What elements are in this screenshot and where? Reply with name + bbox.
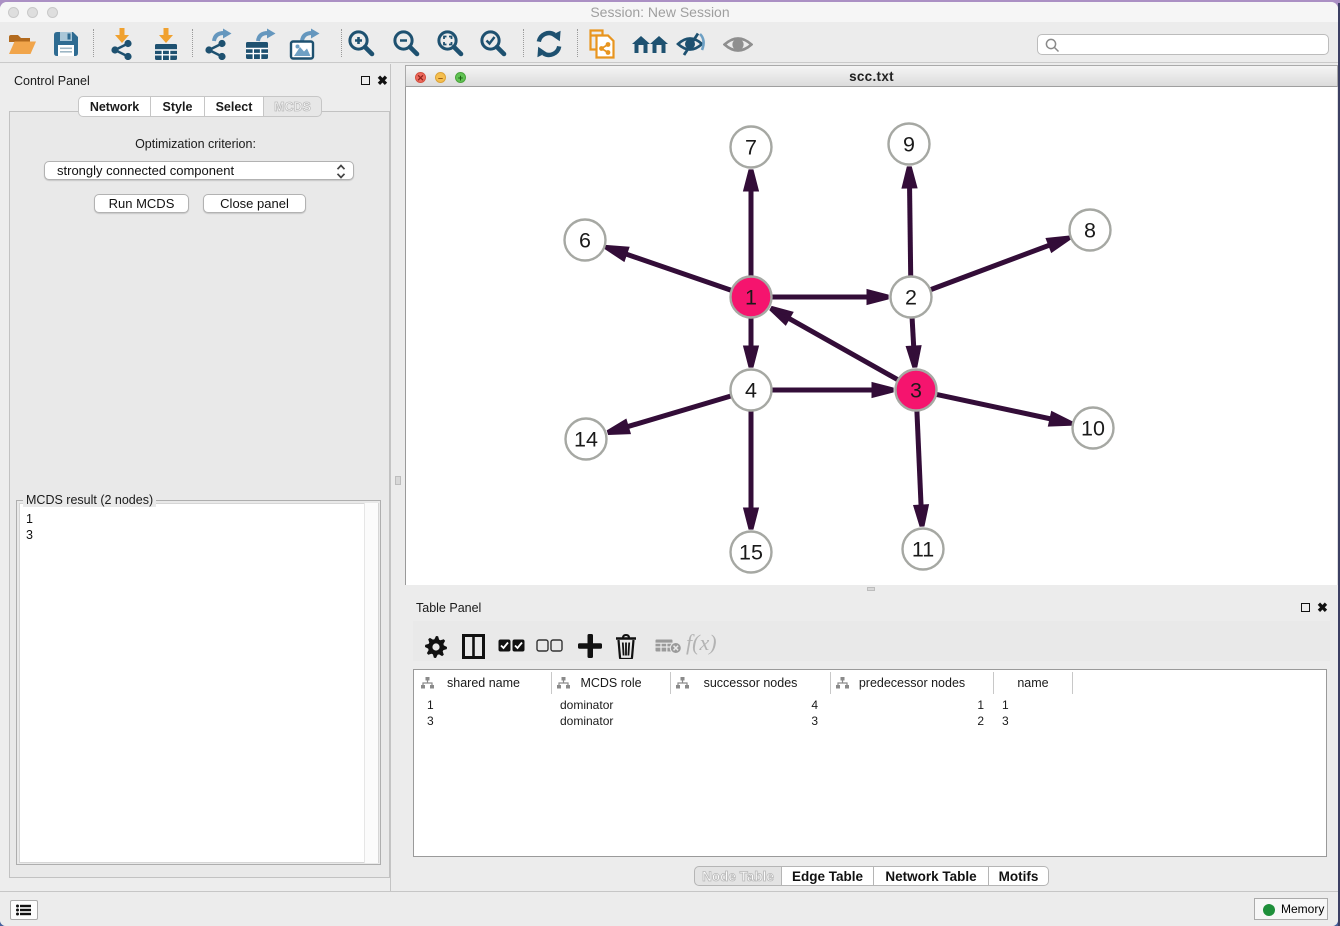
svg-text:1: 1 — [745, 286, 757, 310]
svg-text:15: 15 — [739, 541, 763, 565]
svg-text:7: 7 — [745, 136, 757, 160]
svg-text:3: 3 — [910, 379, 922, 403]
svg-text:2: 2 — [905, 286, 917, 310]
svg-text:10: 10 — [1081, 417, 1105, 441]
svg-text:9: 9 — [903, 133, 915, 157]
svg-text:8: 8 — [1084, 219, 1096, 243]
svg-text:14: 14 — [574, 428, 598, 452]
svg-text:6: 6 — [579, 229, 591, 253]
svg-text:4: 4 — [745, 379, 757, 403]
svg-text:11: 11 — [912, 538, 934, 562]
